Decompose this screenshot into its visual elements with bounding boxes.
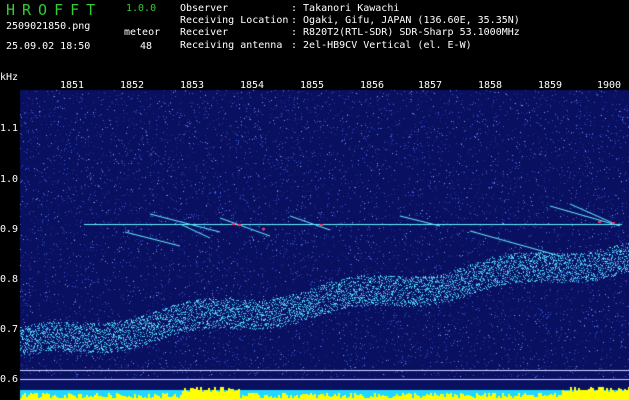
x-tick-label: 1855: [300, 80, 325, 91]
info-row-observer: Observer: Takanori Kawachi: [180, 3, 400, 14]
header-panel: HROFFT 1.0.0 2509021850.png 25.09.02 18:…: [0, 0, 629, 76]
y-tick-label: 1.0: [0, 174, 19, 185]
x-tick-label: 1856: [360, 80, 385, 91]
y-tick-label: 0.6: [0, 374, 19, 385]
app-title: HROFFT: [6, 1, 103, 19]
y-tick-label: 1.1: [0, 123, 19, 134]
app-version: 1.0.0: [126, 3, 157, 14]
info-row-antenna: Receiving antenna: 2el-HB9CV Vertical (e…: [180, 39, 472, 51]
x-tick-label: 1853: [180, 80, 205, 91]
spectrogram-canvas: [0, 76, 629, 400]
x-tick-label: 1854: [240, 80, 265, 91]
x-tick-label: 1859: [538, 80, 563, 91]
y-tick-label: 0.9: [0, 224, 19, 235]
info-row-receiver: Receiver: R820T2(RTL-SDR) SDR-Sharp 53.1…: [180, 27, 520, 39]
x-tick-label: 1852: [120, 80, 145, 91]
x-tick-label: 1900: [597, 80, 622, 91]
y-tick-label: 0.7: [0, 324, 19, 335]
y-axis-unit: kHz: [0, 72, 19, 83]
x-tick-label: 1857: [418, 80, 443, 91]
meteor-label: meteor: [124, 27, 161, 38]
y-tick-label: 0.8: [0, 274, 19, 285]
observation-datetime: 25.09.02 18:50: [6, 41, 91, 52]
image-filename: 2509021850.png: [6, 21, 91, 32]
x-tick-label: 1858: [478, 80, 503, 91]
info-row-location: Receiving Location: Ogaki, Gifu, JAPAN (…: [180, 15, 520, 27]
x-tick-label: 1851: [60, 80, 85, 91]
meteor-count: 48: [139, 41, 152, 52]
station-info: Observer: Takanori Kawachi Receiving Loc…: [180, 3, 520, 52]
